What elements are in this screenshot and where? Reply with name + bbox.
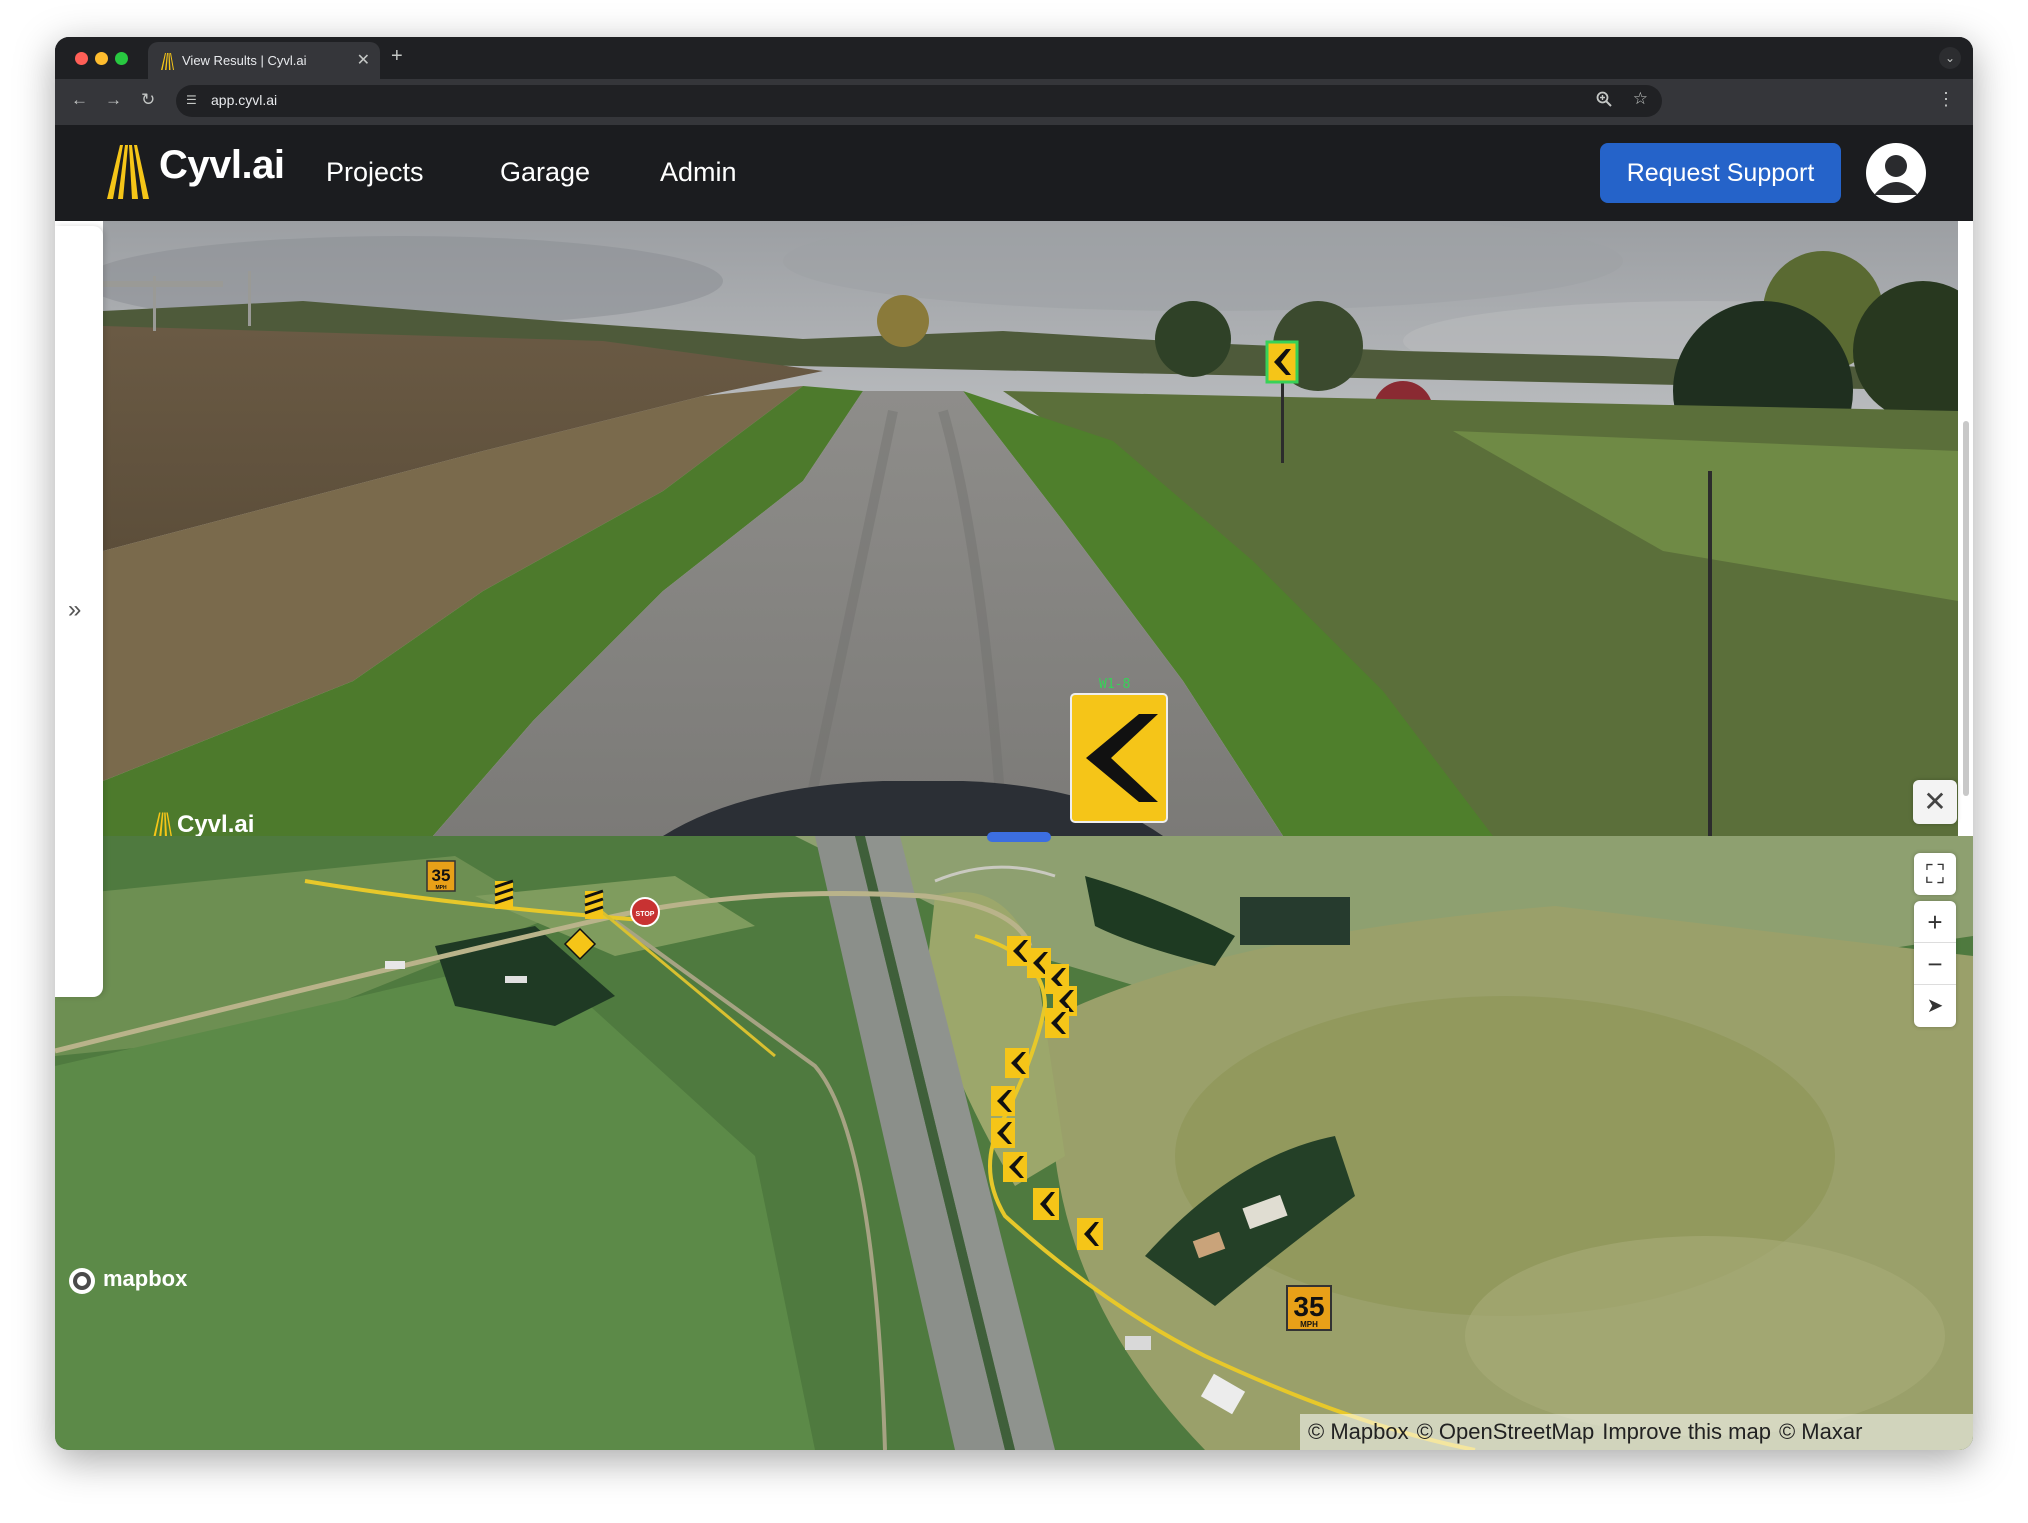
kebab-menu-icon[interactable]: ⋮ bbox=[1937, 89, 1955, 110]
star-icon[interactable]: ☆ bbox=[1633, 89, 1648, 109]
cyvl-watermark-icon bbox=[153, 812, 172, 836]
map-canvas: STOP 35 MPH 35 MPH bbox=[55, 836, 1973, 1450]
browser-tab[interactable]: View Results | Cyvl.ai ✕ bbox=[148, 42, 380, 79]
tab-search-icon[interactable]: ⌄ bbox=[1939, 47, 1961, 69]
detection-label: W1-8 bbox=[1099, 677, 1131, 692]
reload-icon[interactable]: ↻ bbox=[141, 90, 155, 110]
new-tab-icon[interactable]: + bbox=[391, 45, 403, 68]
speed-limit-sign-bottom[interactable]: 35 MPH bbox=[1286, 1285, 1332, 1331]
main-content: » W1-8 Cyvl.ai ✕ STOP 35 MPH 35 MPH mapb… bbox=[55, 221, 1973, 1450]
maximize-window-button[interactable] bbox=[115, 52, 128, 65]
zoom-controls: + − ➤ bbox=[1914, 901, 1956, 1027]
tune-icon[interactable]: ☰ bbox=[186, 93, 197, 107]
split-drag-handle[interactable] bbox=[987, 832, 1051, 842]
address-bar[interactable]: ☰ app.cyvl.ai ☆ bbox=[176, 85, 1662, 117]
fullscreen-icon[interactable]: ⛶ bbox=[1914, 853, 1956, 895]
url-text[interactable]: app.cyvl.ai bbox=[211, 92, 277, 108]
user-icon bbox=[1874, 155, 1918, 195]
watermark-text: Cyvl.ai bbox=[177, 811, 255, 836]
svg-text:35: 35 bbox=[432, 866, 451, 885]
street-view-image[interactable]: W1-8 Cyvl.ai bbox=[103, 221, 1958, 836]
tab-strip: View Results | Cyvl.ai ✕ + ⌄ bbox=[55, 37, 1973, 79]
close-icon[interactable]: ✕ bbox=[1913, 780, 1957, 824]
svg-text:MPH: MPH bbox=[435, 885, 447, 891]
tab-title: View Results | Cyvl.ai bbox=[182, 53, 307, 68]
collapsed-side-panel[interactable]: » bbox=[55, 226, 103, 997]
nav-admin[interactable]: Admin bbox=[660, 157, 737, 188]
attribution-mapbox-link[interactable]: © Mapbox bbox=[1308, 1419, 1409, 1444]
satellite-map[interactable]: STOP 35 MPH 35 MPH mapbox © Mapbox © Ope… bbox=[55, 836, 1973, 1450]
zoom-out-button[interactable]: − bbox=[1914, 943, 1956, 985]
zoom-icon[interactable] bbox=[1596, 91, 1612, 107]
viewer-watermark: Cyvl.ai bbox=[151, 811, 254, 836]
back-arrow-icon[interactable]: ← bbox=[71, 90, 88, 110]
viewer-scrollbar[interactable] bbox=[1963, 421, 1969, 796]
forward-arrow-icon[interactable]: → bbox=[105, 90, 122, 110]
double-chevron-right-icon[interactable]: » bbox=[68, 596, 81, 624]
compass-icon[interactable]: ➤ bbox=[1914, 985, 1956, 1027]
stop-sign-text: STOP bbox=[636, 911, 655, 918]
minimize-window-button[interactable] bbox=[95, 52, 108, 65]
mapbox-logo-text: mapbox bbox=[103, 1266, 188, 1291]
mapbox-logo-icon bbox=[69, 1268, 95, 1294]
improve-map-link[interactable]: Improve this map bbox=[1602, 1419, 1771, 1444]
nav-garage[interactable]: Garage bbox=[500, 157, 590, 188]
browser-toolbar: ← → ↻ ☰ app.cyvl.ai ☆ ⋮ bbox=[55, 79, 1973, 125]
zoom-in-button[interactable]: + bbox=[1914, 901, 1956, 943]
nav-projects[interactable]: Projects bbox=[326, 157, 424, 188]
tab-close-icon[interactable]: ✕ bbox=[357, 50, 370, 70]
browser-window: View Results | Cyvl.ai ✕ + ⌄ ← → ↻ ☰ app… bbox=[55, 37, 1973, 1450]
attribution-maxar-link[interactable]: © Maxar bbox=[1779, 1419, 1862, 1444]
svg-text:35: 35 bbox=[1293, 1291, 1324, 1322]
mapbox-logo[interactable]: mapbox bbox=[67, 1266, 187, 1296]
road-scene bbox=[103, 221, 1958, 836]
map-attribution: © Mapbox © OpenStreetMap Improve this map ©… bbox=[1300, 1414, 1973, 1450]
attribution-osm-link[interactable]: © OpenStreetMap bbox=[1417, 1419, 1595, 1444]
close-window-button[interactable] bbox=[75, 52, 88, 65]
fullscreen-control[interactable]: ⛶ bbox=[1914, 853, 1956, 895]
request-support-button[interactable]: Request Support bbox=[1600, 143, 1841, 203]
cyvl-logo-icon[interactable] bbox=[105, 143, 151, 199]
svg-text:MPH: MPH bbox=[1300, 1320, 1318, 1329]
speed-limit-sign-top[interactable]: 35 MPH bbox=[426, 860, 456, 892]
app-header: Cyvl.ai Projects Garage Admin Request Su… bbox=[55, 125, 1973, 221]
user-avatar[interactable] bbox=[1866, 143, 1926, 203]
brand-name[interactable]: Cyvl.ai bbox=[159, 143, 285, 188]
cyvl-favicon-icon bbox=[161, 53, 174, 70]
